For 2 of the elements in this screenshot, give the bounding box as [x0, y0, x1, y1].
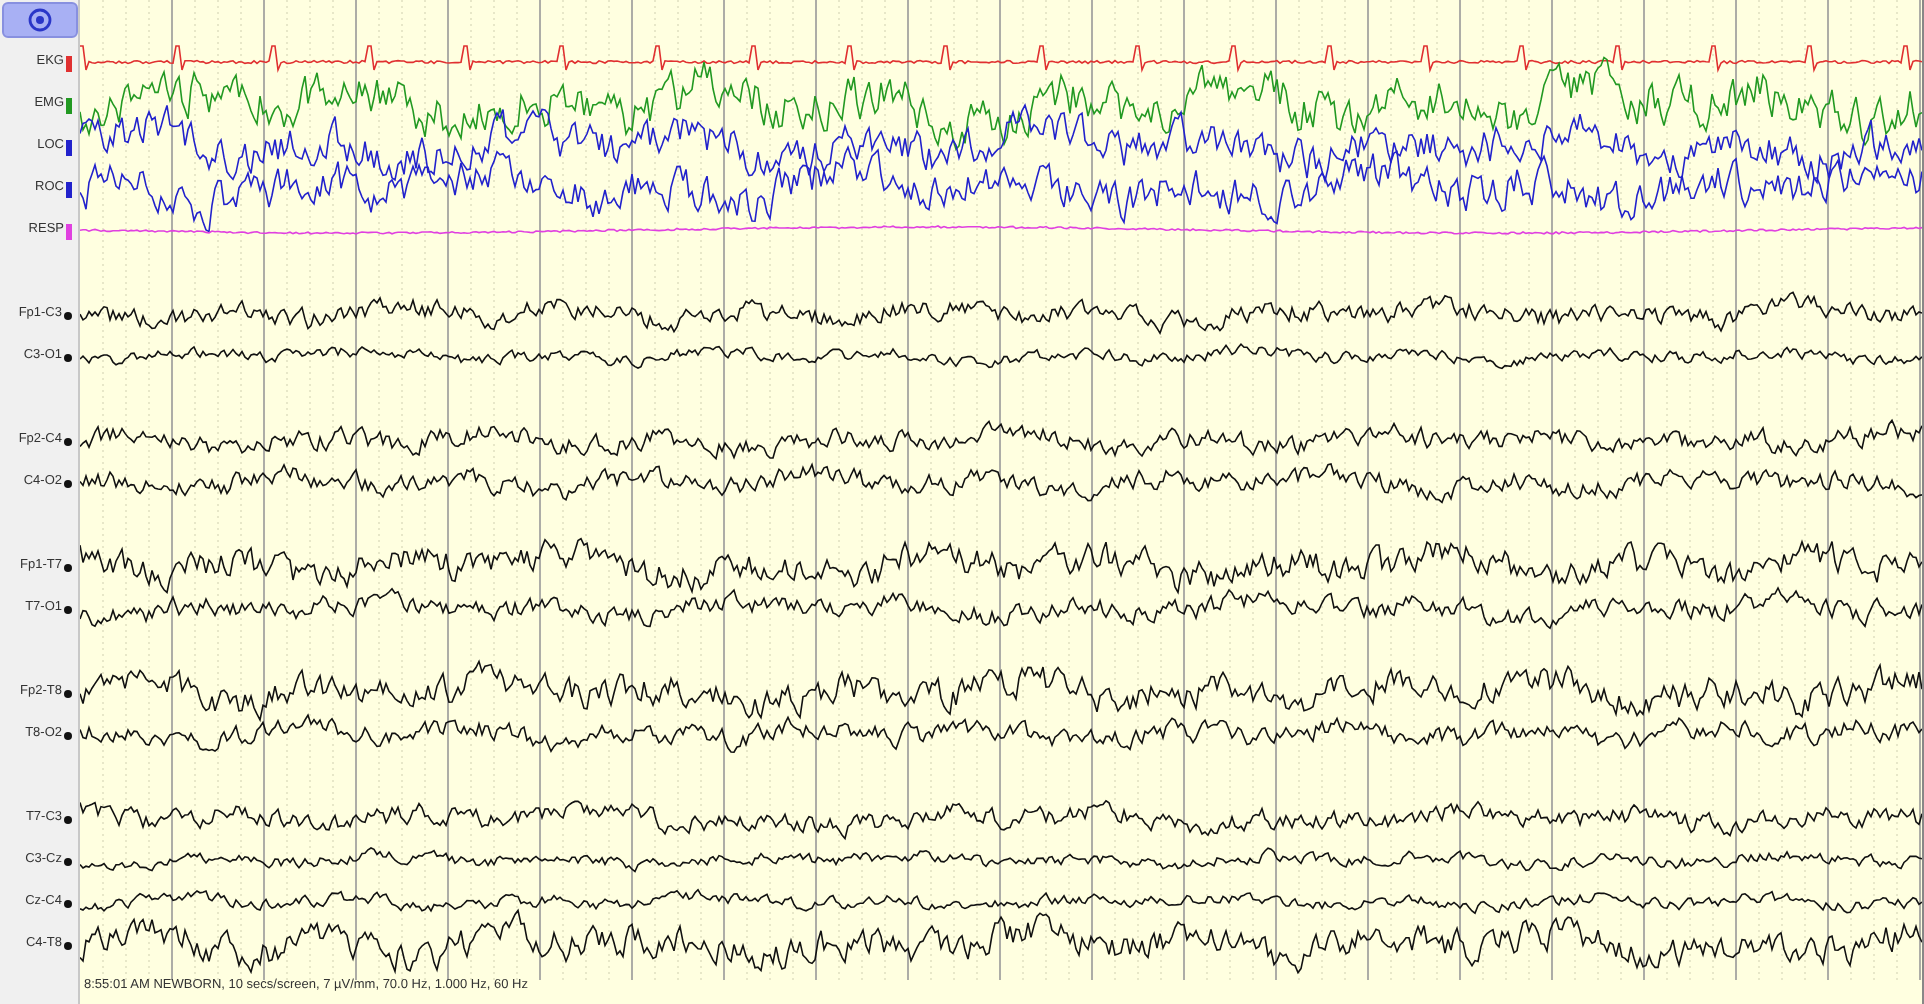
target-icon: [28, 8, 52, 32]
target-button[interactable]: [2, 2, 78, 38]
